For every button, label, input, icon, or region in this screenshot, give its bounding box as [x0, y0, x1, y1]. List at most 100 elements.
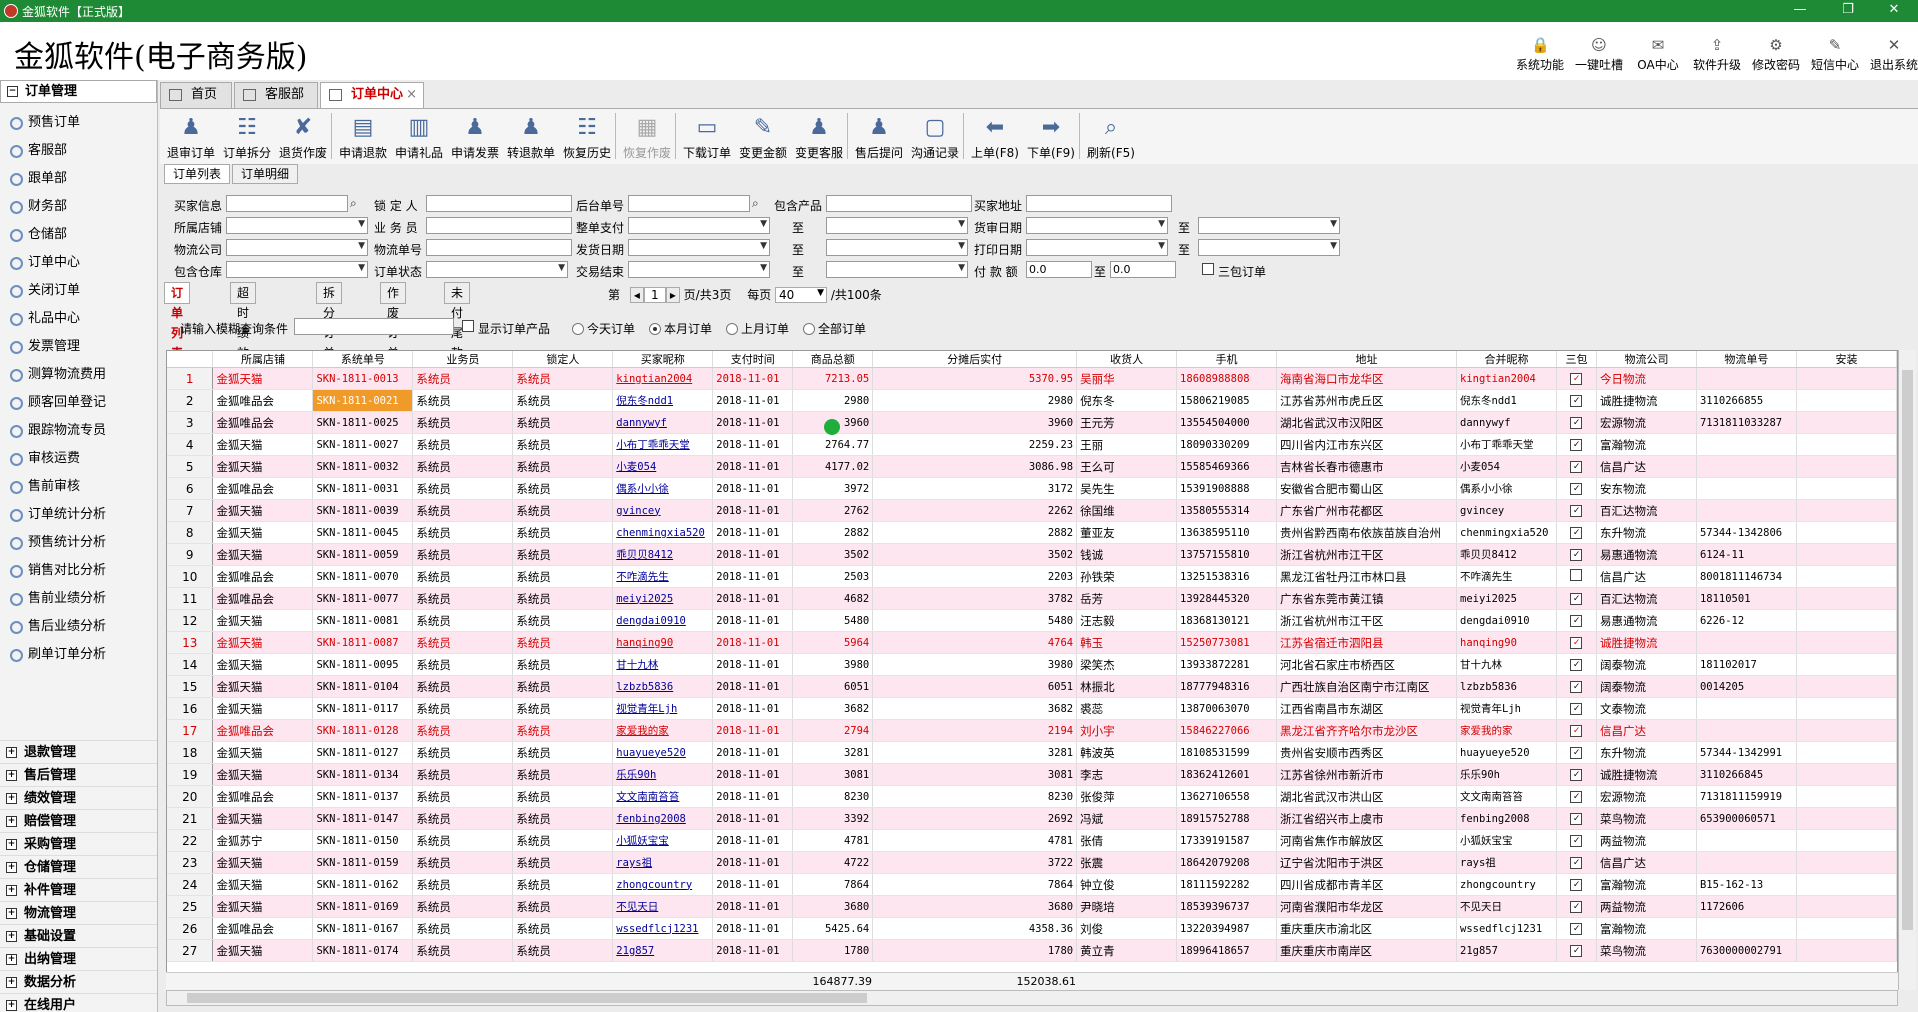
sidebar-item[interactable]: 售前业绩分析	[0, 585, 157, 613]
maximize-button[interactable]: ❐	[1828, 2, 1868, 17]
trade-end-to-select[interactable]	[826, 261, 968, 278]
order-range-radio[interactable]: 上月订单	[726, 322, 789, 336]
sidebar-item[interactable]: 刷单订单分析	[0, 641, 157, 669]
three-guarantee-checkbox[interactable]: ✓	[1570, 659, 1583, 671]
toolbar-button[interactable]: ▤ 申请退款	[334, 112, 392, 161]
three-guarantee-checkbox[interactable]: ✓	[1570, 483, 1583, 495]
sidebar-section[interactable]: + 在线用户	[0, 993, 157, 1012]
table-row[interactable]: 11 金狐唯品会 SKN-1811-0077 系统员 系统员 meiyi2025 2018-…	[167, 587, 1897, 610]
show-products-checkbox[interactable]	[462, 320, 474, 332]
column-header[interactable]: 物流单号	[1696, 351, 1797, 368]
tab-customer-service[interactable]: 客服部	[234, 82, 318, 108]
column-header[interactable]: 业务员	[412, 351, 514, 368]
minimize-button[interactable]: —	[1780, 2, 1820, 17]
table-row[interactable]: 23 金狐天猫 SKN-1811-0159 系统员 系统员 rays祖 2018-11-01…	[167, 851, 1897, 874]
table-row[interactable]: 12 金狐天猫 SKN-1811-0081 系统员 系统员 dengdai0910 2018…	[167, 609, 1897, 632]
table-row[interactable]: 26 金狐唯品会 SKN-1811-0167 系统员 系统员 wssedflcj1231 2…	[167, 917, 1897, 940]
table-row[interactable]: 6 金狐唯品会 SKN-1811-0031 系统员 系统员 偶系小小徐 2018-11-01…	[167, 477, 1897, 500]
toolbar-button[interactable]: ✎ 变更金额	[734, 112, 792, 161]
three-guarantee-checkbox[interactable]: ✓	[1570, 615, 1583, 627]
three-guarantee-checkbox[interactable]: ✓	[1570, 901, 1583, 913]
list-tab[interactable]: 作废订单	[380, 282, 407, 360]
sidebar-section[interactable]: + 绩效管理	[0, 786, 157, 809]
column-header[interactable]: 系统单号	[312, 351, 414, 368]
table-row[interactable]: 2 金狐唯品会 SKN-1811-0021 系统员 系统员 倪东冬ndd1 2018-11-…	[167, 389, 1897, 412]
column-header[interactable]: 商品总额	[792, 351, 874, 368]
close-button[interactable]: ✕	[1874, 2, 1914, 17]
tab-close-icon[interactable]: ×	[406, 83, 417, 107]
mail-button[interactable]: ✉ OA中心	[1630, 36, 1686, 73]
contains-product-input[interactable]	[826, 195, 972, 212]
column-header[interactable]: 地址	[1276, 351, 1457, 368]
toolbar-button[interactable]: ♟ 变更客服	[790, 112, 848, 161]
table-row[interactable]: 10 金狐唯品会 SKN-1811-0070 系统员 系统员 不咋滴先生 2018-11-0…	[167, 565, 1897, 588]
three-guarantee-checkbox[interactable]: ✓	[1570, 593, 1583, 605]
three-guarantee-checkbox[interactable]	[1570, 569, 1583, 581]
toolbar-button[interactable]: ♟ 售后提问	[850, 112, 908, 161]
three-guarantee-checkbox[interactable]: ✓	[1570, 461, 1583, 473]
order-status-select[interactable]	[426, 261, 568, 278]
order-range-radio[interactable]: 本月订单	[649, 322, 712, 336]
sidebar-item[interactable]: 售后业绩分析	[0, 613, 157, 641]
table-row[interactable]: 27 金狐天猫 SKN-1811-0174 系统员 系统员 21g857 2018-11-0…	[167, 939, 1897, 962]
sidebar-item[interactable]: 跟踪物流专员	[0, 417, 157, 445]
goods-review-from-select[interactable]	[1026, 217, 1168, 234]
table-row[interactable]: 3 金狐唯品会 SKN-1811-0025 系统员 系统员 dannywyf 2018-11…	[167, 411, 1897, 434]
three-guarantee-checkbox[interactable]: ✓	[1570, 527, 1583, 539]
sidebar-section-order-management[interactable]: − 订单管理	[0, 80, 157, 103]
toolbar-button[interactable]: ♟ 退审订单	[162, 112, 220, 161]
toolbar-button[interactable]: ✘ 退货作废	[274, 112, 332, 161]
sidebar-section[interactable]: + 物流管理	[0, 901, 157, 924]
three-guarantee-checkbox[interactable]: ✓	[1570, 373, 1583, 385]
sidebar-item[interactable]: 测算物流费用	[0, 361, 157, 389]
backend-no-input[interactable]	[628, 195, 750, 212]
sidebar-section[interactable]: + 基础设置	[0, 924, 157, 947]
three-guarantee-checkbox[interactable]: ✓	[1570, 791, 1583, 803]
toolbar-button[interactable]: ⬅ 上单(F8)	[966, 112, 1024, 161]
three-guarantee-checkbox[interactable]: ✓	[1570, 549, 1583, 561]
sidebar-section[interactable]: + 仓储管理	[0, 855, 157, 878]
toolbar-button[interactable]: ▥ 申请礼品	[390, 112, 448, 161]
column-header[interactable]: 支付时间	[712, 351, 794, 368]
three-guarantee-checkbox[interactable]: ✓	[1570, 747, 1583, 759]
table-row[interactable]: 4 金狐天猫 SKN-1811-0027 系统员 系统员 小布丁乖乖天堂 2018-11-0…	[167, 433, 1897, 456]
three-guarantee-checkbox[interactable]: ✓	[1570, 857, 1583, 869]
list-tab[interactable]: 拆分订单	[316, 282, 343, 360]
three-guarantee-checkbox[interactable]: ✓	[1570, 681, 1583, 693]
upgrade-button[interactable]: ⇪ 软件升级	[1689, 36, 1745, 73]
column-header[interactable]: 锁定人	[512, 351, 614, 368]
three-guarantee-checkbox[interactable]	[1202, 263, 1214, 275]
toolbar-button[interactable]: ▭ 下载订单	[678, 112, 736, 161]
ship-date-from-select[interactable]	[628, 239, 770, 256]
sidebar-item[interactable]: 客服部	[0, 137, 157, 165]
next-page-button[interactable]: ▸	[665, 287, 680, 303]
three-guarantee-checkbox[interactable]: ✓	[1570, 703, 1583, 715]
column-header[interactable]: 买家昵称	[612, 351, 714, 368]
three-guarantee-checkbox[interactable]: ✓	[1570, 813, 1583, 825]
print-date-to-select[interactable]	[1198, 239, 1340, 256]
payment-from-input[interactable]: 0.0	[1026, 261, 1092, 278]
sidebar-section[interactable]: + 出纳管理	[0, 947, 157, 970]
shop-select[interactable]	[226, 217, 368, 234]
table-row[interactable]: 16 金狐天猫 SKN-1811-0117 系统员 系统员 视觉青年Ljh 2018-11-…	[167, 697, 1897, 720]
fuzzy-search-input[interactable]	[294, 318, 454, 335]
warehouse-select[interactable]	[226, 261, 368, 278]
print-date-from-select[interactable]	[1026, 239, 1168, 256]
lock-button[interactable]: 🔒 系统功能	[1512, 36, 1568, 73]
order-range-radio[interactable]: 今天订单	[572, 322, 635, 336]
toolbar-button[interactable]: ➡ 下单(F9)	[1022, 112, 1080, 161]
toolbar-button[interactable]: ☷ 订单拆分	[218, 112, 276, 161]
search-icon[interactable]: ⌕	[752, 196, 766, 210]
table-row[interactable]: 17 金狐唯品会 SKN-1811-0128 系统员 系统员 家爱我的家 2018-11-0…	[167, 719, 1897, 742]
column-header[interactable]: 安装	[1796, 351, 1897, 368]
three-guarantee-checkbox[interactable]: ✓	[1570, 395, 1583, 407]
table-row[interactable]: 9 金狐天猫 SKN-1811-0059 系统员 系统员 乖贝贝8412 2018-11-0…	[167, 543, 1897, 566]
tab-order-center[interactable]: 订单中心 ×	[320, 82, 424, 108]
sidebar-item[interactable]: 预售订单	[0, 109, 157, 137]
table-row[interactable]: 22 金狐苏宁 SKN-1811-0150 系统员 系统员 小狐妖宝宝 2018-11-01…	[167, 829, 1897, 852]
column-header[interactable]: 三包	[1556, 351, 1597, 368]
table-row[interactable]: 14 金狐天猫 SKN-1811-0095 系统员 系统员 甘十九林 2018-11-01 3…	[167, 653, 1897, 676]
trade-end-from-select[interactable]	[628, 261, 770, 278]
toolbar-button[interactable]: ♟ 转退款单	[502, 112, 560, 161]
chat-button[interactable]: ✎ 短信中心	[1807, 36, 1863, 73]
